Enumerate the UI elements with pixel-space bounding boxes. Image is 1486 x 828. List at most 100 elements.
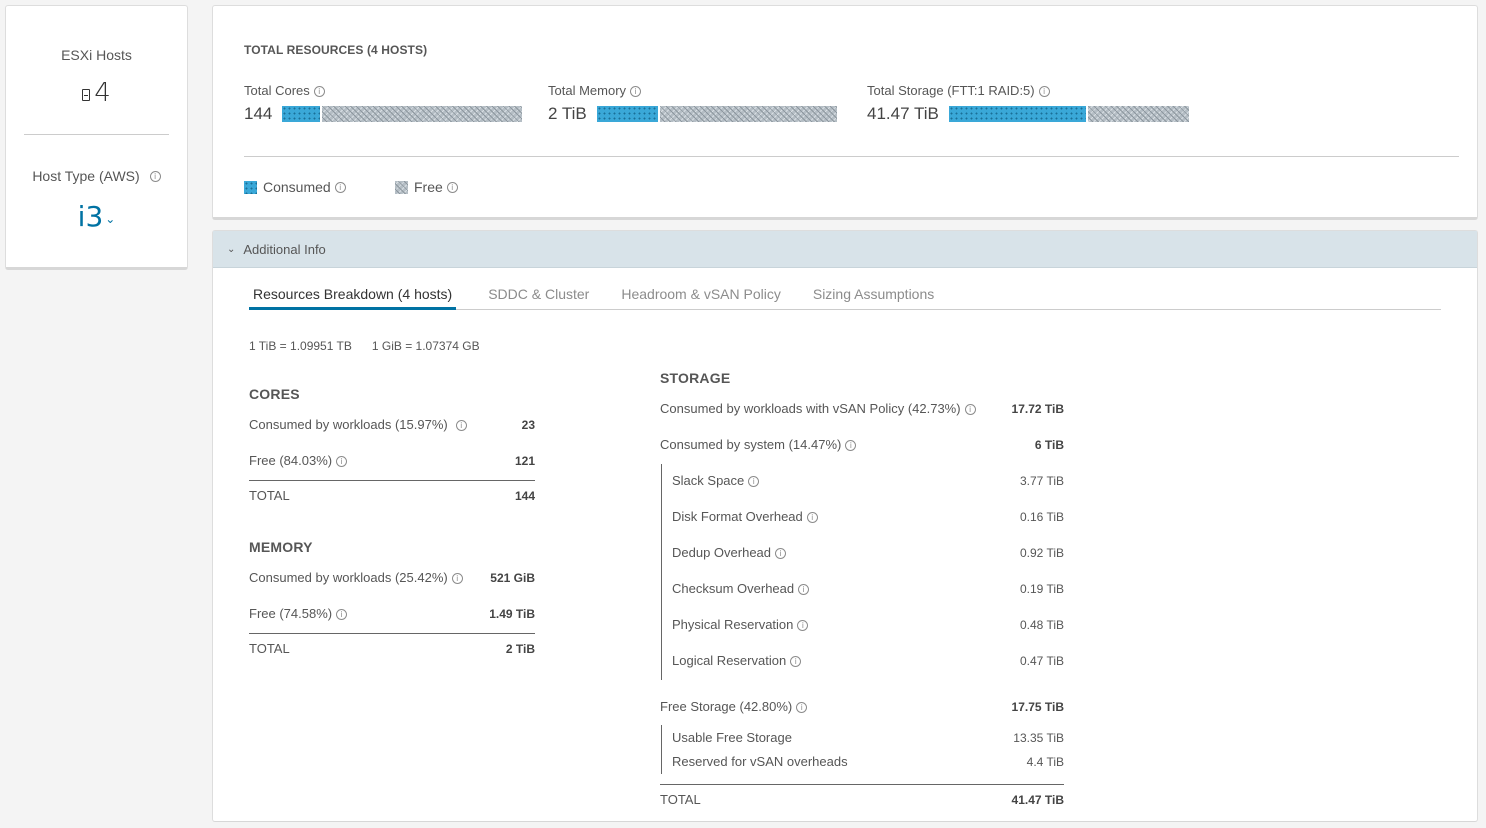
info-icon[interactable]: i <box>748 476 760 488</box>
row-label: Free Storage (42.80%) <box>660 699 793 714</box>
row-value: 23 <box>521 417 535 432</box>
row-label: Dedup Overhead <box>672 545 772 560</box>
info-icon[interactable]: i <box>336 609 348 621</box>
row-value: 0.19 TiB <box>1019 581 1064 596</box>
metric-label: Total Storage (FTT:1 RAID:5) <box>867 83 1035 98</box>
metric-total-memory: Total Memory i 2 TiB <box>548 83 837 124</box>
host-type-value[interactable]: i3 <box>78 200 104 233</box>
additional-info-header[interactable]: ⌄ Additional Info <box>213 231 1477 268</box>
info-icon[interactable]: i <box>1038 86 1050 98</box>
info-icon[interactable]: i <box>798 584 810 596</box>
row-value: 521 GiB <box>490 570 535 585</box>
tab-bar: Resources Breakdown (4 hosts) SDDC & Clu… <box>249 282 1441 310</box>
free-storage-row: Free Storage (42.80%) i 17.75 TiB <box>660 699 1064 714</box>
cores-section-title: CORES <box>249 386 300 402</box>
divider <box>249 633 535 634</box>
chevron-down-icon[interactable]: ⌄ <box>105 212 115 226</box>
consumed-segment <box>596 106 658 122</box>
tab-headroom-vsan-policy[interactable]: Headroom & vSAN Policy <box>621 282 781 309</box>
divider <box>660 784 1064 785</box>
info-icon[interactable]: i <box>313 86 325 98</box>
info-icon[interactable]: i <box>336 456 348 468</box>
free-items-bracket <box>661 725 662 774</box>
row-value: 17.75 TiB <box>1011 699 1064 714</box>
host-type-label-row: Host Type (AWS) i <box>6 168 187 184</box>
server-icon <box>82 89 91 101</box>
esxi-hosts-label: ESXi Hosts <box>61 47 132 63</box>
row-label: Logical Reservation <box>672 653 787 668</box>
host-type-label: Host Type (AWS) <box>32 168 140 184</box>
memory-section-title: MEMORY <box>249 539 313 555</box>
additional-info-title: Additional Info <box>243 241 326 257</box>
memory-free-row: Free (74.58%) i 1.49 TiB <box>249 606 535 621</box>
row-label: Consumed by workloads with vSAN Policy (… <box>660 401 961 416</box>
free-swatch <box>395 180 408 194</box>
row-value: 144 <box>514 488 535 503</box>
info-icon[interactable]: i <box>446 181 458 193</box>
slack-space-row: Slack Space i 3.77 TiB <box>672 473 1064 488</box>
info-icon[interactable]: i <box>775 548 787 560</box>
consumed-segment <box>282 106 321 122</box>
row-value: 4.4 TiB <box>1026 754 1064 769</box>
row-value: 6 TiB <box>1034 437 1064 452</box>
row-label: Reserved for vSAN overheads <box>672 754 848 769</box>
row-value: 121 <box>514 453 535 468</box>
legend-free: Free i <box>395 179 458 195</box>
tab-resources-breakdown[interactable]: Resources Breakdown (4 hosts) <box>249 282 457 310</box>
system-items-bracket <box>661 464 662 680</box>
metric-value: 2 TiB <box>548 104 587 123</box>
divider <box>244 156 1459 157</box>
info-icon[interactable]: i <box>334 181 346 193</box>
divider <box>24 134 169 135</box>
chevron-down-icon[interactable]: ⌄ <box>227 244 235 255</box>
gib-conversion: 1 GiB = 1.07374 GB <box>371 339 480 353</box>
info-icon[interactable]: i <box>796 702 808 714</box>
tab-sddc-cluster[interactable]: SDDC & Cluster <box>488 282 589 309</box>
physical-reservation-row: Physical Reservation i 0.48 TiB <box>672 617 1064 632</box>
tab-sizing-assumptions[interactable]: Sizing Assumptions <box>813 282 934 309</box>
legend-free-label: Free <box>414 179 443 195</box>
info-icon[interactable]: i <box>964 404 976 416</box>
memory-consumed-row: Consumed by workloads (25.42%) i 521 GiB <box>249 570 535 585</box>
checksum-overhead-row: Checksum Overhead i 0.19 TiB <box>672 581 1064 596</box>
info-icon[interactable]: i <box>455 420 467 432</box>
row-value: 2 TiB <box>505 641 535 656</box>
unit-conversions: 1 TiB = 1.09951 TB 1 GiB = 1.07374 GB <box>249 339 480 353</box>
tib-conversion: 1 TiB = 1.09951 TB <box>249 339 352 353</box>
dedup-overhead-row: Dedup Overhead i 0.92 TiB <box>672 545 1064 560</box>
row-label: Physical Reservation <box>672 617 794 632</box>
row-label: Checksum Overhead <box>672 581 795 596</box>
metric-value: 41.47 TiB <box>867 104 939 123</box>
info-icon[interactable]: i <box>790 656 802 668</box>
metric-total-cores: Total Cores i 144 <box>244 83 523 124</box>
info-icon[interactable]: i <box>630 86 642 98</box>
info-icon[interactable]: i <box>451 573 463 585</box>
esxi-hosts-count: 4 <box>94 78 111 108</box>
info-icon[interactable]: i <box>149 170 161 182</box>
row-value: 0.47 TiB <box>1019 653 1064 668</box>
row-label: Free (74.58%) <box>249 606 333 621</box>
row-value: 41.47 TiB <box>1011 792 1064 807</box>
row-label: Disk Format Overhead <box>672 509 803 524</box>
total-resources-card: TOTAL RESOURCES (4 HOSTS) Total Cores i 1… <box>212 5 1478 220</box>
info-icon[interactable]: i <box>797 620 809 632</box>
metric-value: 144 <box>244 104 273 123</box>
row-value: 3.77 TiB <box>1019 473 1064 488</box>
row-label: Slack Space <box>672 473 745 488</box>
free-segment <box>322 106 523 122</box>
row-label: TOTAL <box>249 641 290 656</box>
esxi-hosts-value: 4 <box>6 78 187 108</box>
info-icon[interactable]: i <box>845 440 857 452</box>
disk-format-overhead-row: Disk Format Overhead i 0.16 TiB <box>672 509 1064 524</box>
storage-workloads-row: Consumed by workloads with vSAN Policy (… <box>660 401 1064 416</box>
memory-total-row: TOTAL 2 TiB <box>249 641 535 656</box>
info-icon[interactable]: i <box>806 512 818 524</box>
storage-total-row: TOTAL 41.47 TiB <box>660 792 1064 807</box>
row-label: Consumed by workloads (25.42%) <box>249 570 448 585</box>
row-value: 0.48 TiB <box>1019 617 1064 632</box>
free-segment <box>1087 106 1189 122</box>
total-resources-title: TOTAL RESOURCES (4 HOSTS) <box>244 43 428 57</box>
usable-free-storage-row: Usable Free Storage 13.35 TiB <box>672 730 1064 745</box>
host-type-dropdown[interactable]: i3 ⌄ <box>6 200 187 233</box>
storage-usage-bar <box>948 106 1189 122</box>
